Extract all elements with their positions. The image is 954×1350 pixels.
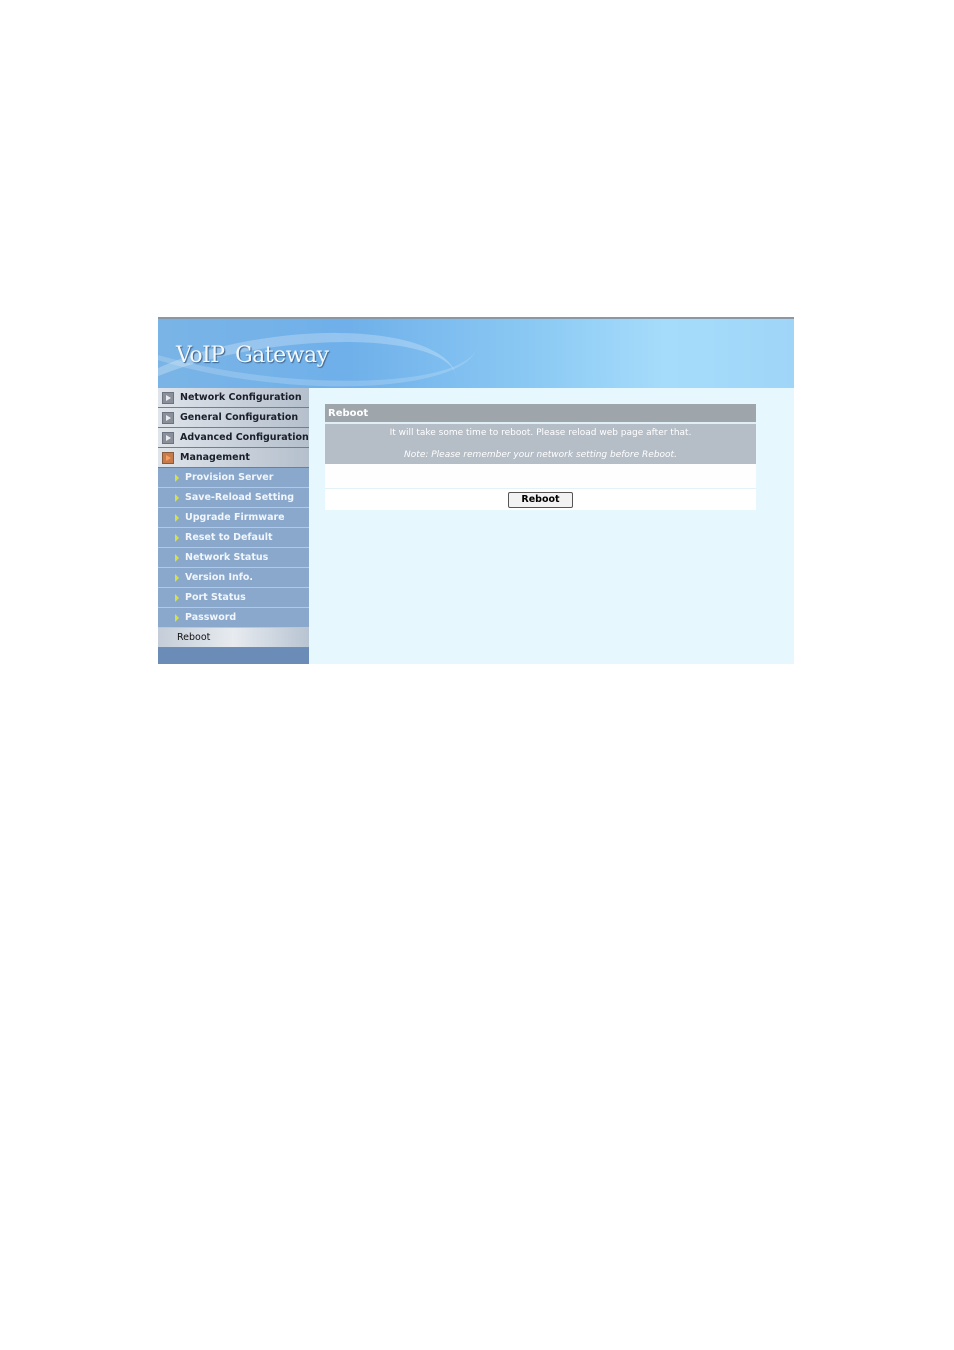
sidebar-item-label: General Configuration (180, 412, 299, 423)
sidebar-subitem-label: Provision Server (185, 472, 274, 483)
expanded-arrow-icon (162, 451, 174, 464)
sidebar-subitem-label: Version Info. (185, 572, 254, 583)
reboot-panel: Reboot It will take some time to reboot.… (325, 404, 756, 510)
sidebar-subitem-network-status[interactable]: Network Status (158, 548, 309, 568)
reboot-info-text: It will take some time to reboot. Please… (389, 428, 692, 438)
expand-arrow-icon (162, 391, 174, 404)
sidebar-subitem-label: Save-Reload Setting (185, 492, 295, 503)
expand-arrow-icon (162, 431, 174, 444)
sidebar-subitem-password[interactable]: Password (158, 608, 309, 628)
panel-spacer-row (325, 464, 756, 489)
panel-title: Reboot (325, 404, 756, 424)
voip-gateway-app: VoIP Gateway Network Configuration Gener… (158, 317, 794, 664)
triangle-right-icon (175, 513, 179, 522)
sidebar-item-network-configuration[interactable]: Network Configuration (158, 388, 309, 408)
reboot-note-text: Note: Please remember your network setti… (404, 450, 677, 460)
triangle-right-icon (175, 553, 179, 562)
sidebar-subitem-upgrade-firmware[interactable]: Upgrade Firmware (158, 508, 309, 528)
sidebar-subitem-save-reload-setting[interactable]: Save-Reload Setting (158, 488, 309, 508)
triangle-right-icon (175, 533, 179, 542)
expand-arrow-icon (162, 411, 174, 424)
sidebar-item-label: Advanced Configuration (180, 432, 309, 443)
sidebar-subitem-reboot-active[interactable]: Reboot (158, 628, 309, 648)
sidebar-subitem-label: Reset to Default (185, 532, 273, 543)
sidebar-subitem-label: Password (185, 612, 237, 623)
sidebar-subitem-version-info[interactable]: Version Info. (158, 568, 309, 588)
sidebar-subitem-port-status[interactable]: Port Status (158, 588, 309, 608)
sidebar-item-general-configuration[interactable]: General Configuration (158, 408, 309, 428)
header-banner: VoIP Gateway (158, 317, 794, 388)
panel-message-area: It will take some time to reboot. Please… (325, 424, 756, 464)
triangle-right-icon (175, 473, 179, 482)
sidebar-subitem-label: Upgrade Firmware (185, 512, 285, 523)
triangle-right-icon (175, 573, 179, 582)
sidebar-item-label: Management (180, 452, 250, 463)
triangle-right-icon (175, 593, 179, 602)
panel-button-row: Reboot (325, 489, 756, 510)
reboot-button[interactable]: Reboot (508, 491, 573, 508)
sidebar-subitem-label: Reboot (177, 632, 211, 643)
sidebar-item-label: Network Configuration (180, 392, 302, 403)
sidebar-subitem-reset-to-default[interactable]: Reset to Default (158, 528, 309, 548)
sidebar-item-management[interactable]: Management (158, 448, 309, 468)
sidebar-item-advanced-configuration[interactable]: Advanced Configuration (158, 428, 309, 448)
banner-title: VoIP Gateway (176, 343, 329, 368)
sidebar-subitem-label: Port Status (185, 592, 246, 603)
sidebar-subitem-label: Network Status (185, 552, 269, 563)
triangle-right-icon (175, 613, 179, 622)
sidebar-subitem-provision-server[interactable]: Provision Server (158, 468, 309, 488)
triangle-right-icon (175, 493, 179, 502)
sidebar-nav: Network Configuration General Configurat… (158, 388, 309, 664)
